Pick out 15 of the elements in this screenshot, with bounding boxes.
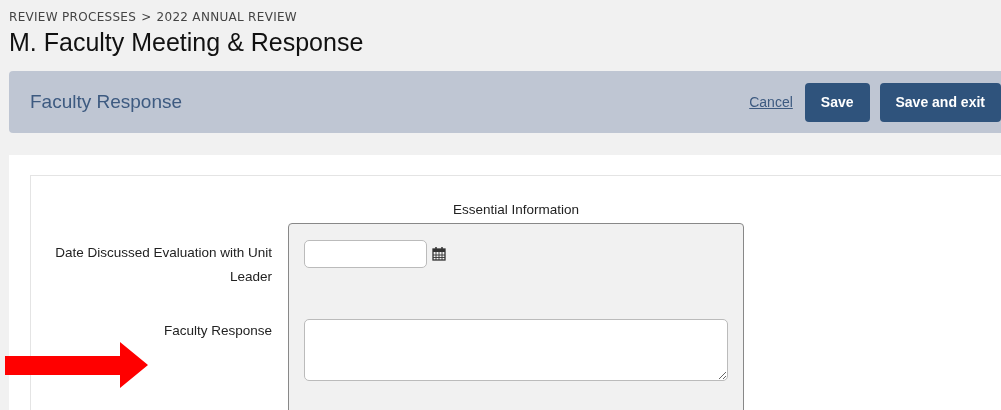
arrow-icon: [5, 342, 148, 388]
cancel-link[interactable]: Cancel: [749, 94, 793, 110]
calendar-icon[interactable]: [432, 247, 446, 261]
group-heading: Essential Information: [451, 202, 581, 217]
field-label: Faculty Response: [163, 322, 272, 340]
save-button[interactable]: Save and exit: [879, 82, 1001, 122]
breadcrumb-separator: >: [141, 10, 152, 24]
field-label: Date Discussed Evaluation with Unit Leader: [54, 244, 272, 286]
section-title: Faculty Response: [30, 91, 184, 113]
save-button[interactable]: Save: [804, 82, 870, 122]
response-field[interactable]: [304, 319, 728, 381]
page-title: M. Faculty Meeting & Response: [9, 28, 365, 57]
breadcrumb-link[interactable]: 2022 ANNUAL REVIEW: [156, 10, 298, 24]
date-field[interactable]: [304, 240, 427, 268]
breadcrumb-link[interactable]: REVIEW PROCESSES: [9, 10, 137, 24]
